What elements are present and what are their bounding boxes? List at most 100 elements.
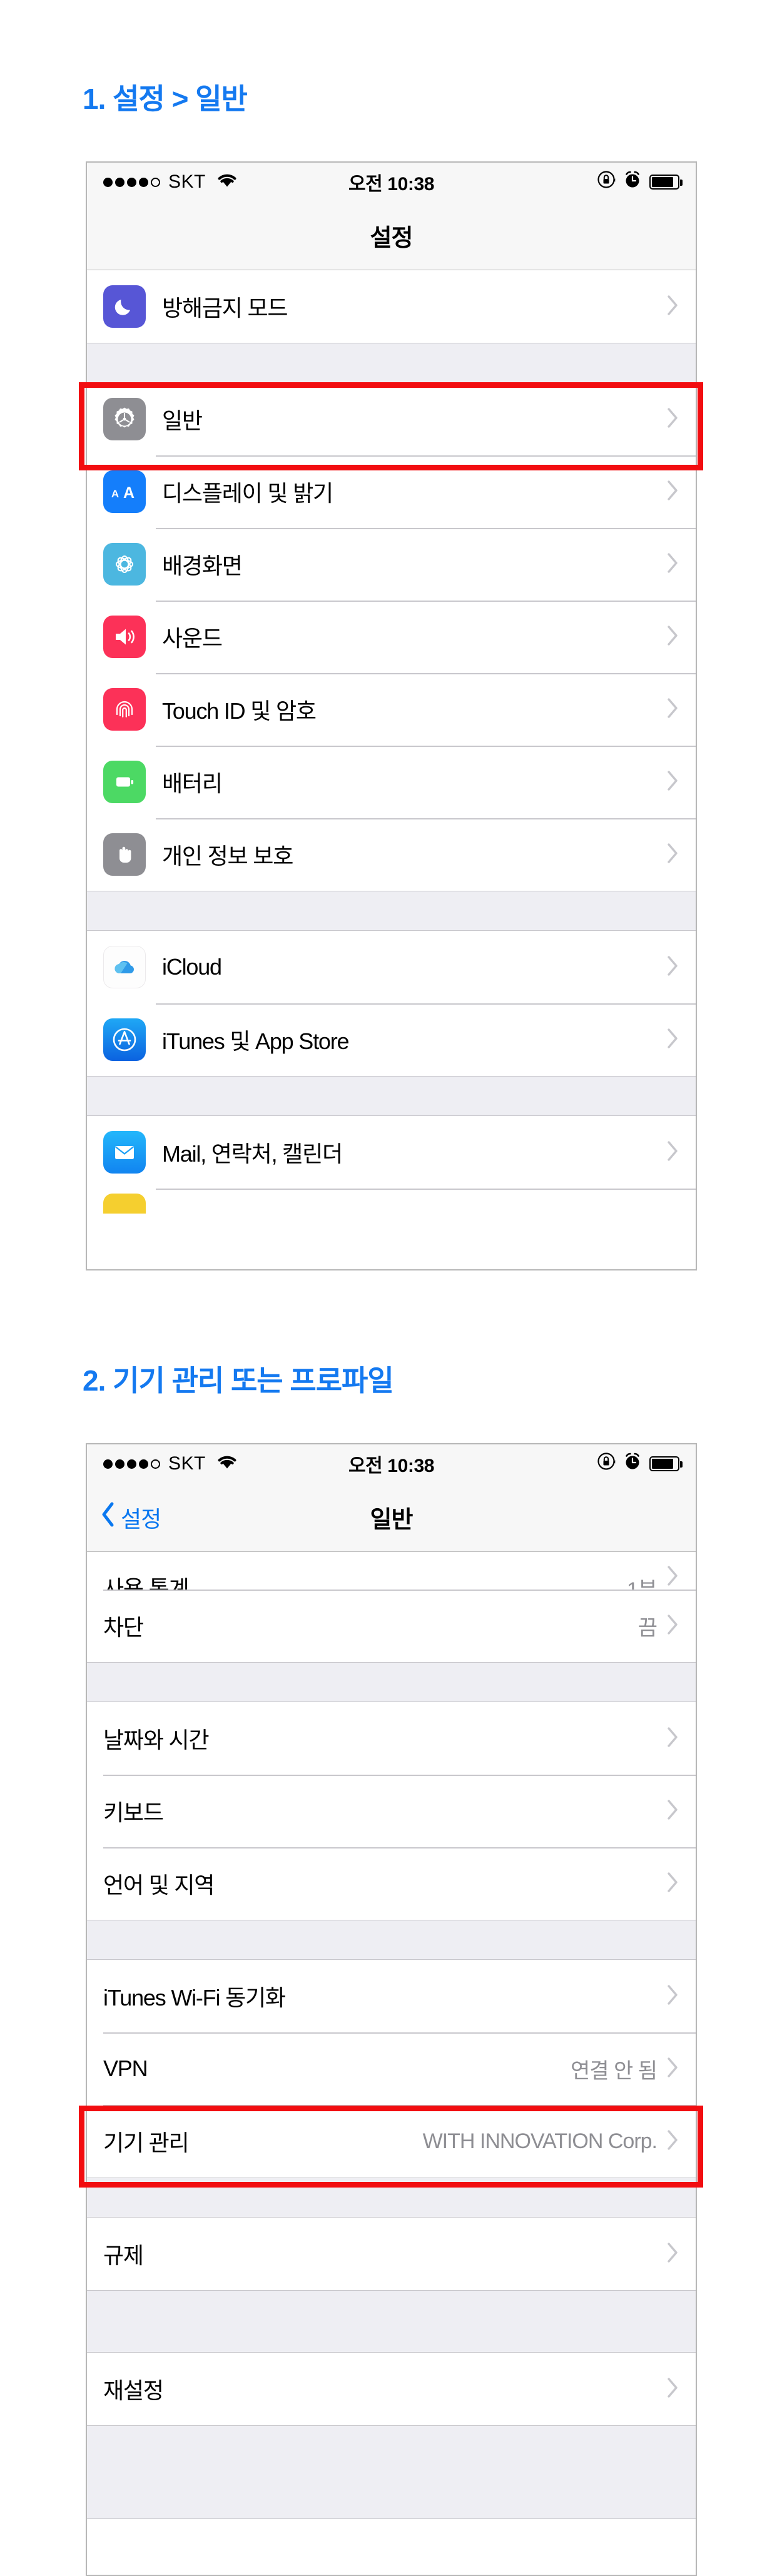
group-separator <box>87 2290 696 2353</box>
group-separator <box>87 1076 696 1116</box>
general-group-3: iTunes Wi-Fi 동기화 VPN 연결 안 됨 기기 관리 WITH I… <box>87 1960 696 2178</box>
list-item-label: 배터리 <box>162 771 223 796</box>
chevron-right-icon <box>667 552 679 577</box>
list-item-itunes-wifi-sync[interactable]: iTunes Wi-Fi 동기화 <box>87 1960 696 2032</box>
list-item-value: WITH INNOVATION Corp. <box>422 2129 658 2153</box>
list-item-itunes-appstore[interactable]: iTunes 및 App Store <box>87 1003 696 1076</box>
page-title: 일반 <box>370 1507 414 1533</box>
group-separator <box>87 1662 696 1702</box>
chevron-right-icon <box>667 1872 679 1896</box>
wifi-icon <box>216 1453 238 1474</box>
list-item-label: Touch ID 및 암호 <box>162 698 317 724</box>
mail-icon <box>103 1131 146 1174</box>
list-item-battery[interactable]: 배터리 <box>87 746 696 818</box>
carrier-label: SKT <box>168 1453 206 1474</box>
status-bar: SKT 오전 10:38 <box>87 1444 696 1483</box>
general-group-5: 재설정 <box>87 2353 696 2425</box>
privacy-hand-icon <box>103 833 146 876</box>
status-bar-right <box>597 1452 683 1476</box>
chevron-right-icon <box>667 697 679 722</box>
settings-group-1: 방해금지 모드 <box>87 270 696 343</box>
section-heading-2: 2. 기기 관리 또는 프로파일 <box>83 1364 394 1397</box>
list-item-wallpaper[interactable]: 배경화면 <box>87 528 696 601</box>
list-item-label: 날짜와 시간 <box>103 1727 210 1753</box>
list-item-privacy[interactable]: 개인 정보 보호 <box>87 818 696 891</box>
signal-strength-icon <box>103 1459 160 1469</box>
list-item-sound[interactable]: 사운드 <box>87 601 696 673</box>
chevron-right-icon <box>667 770 679 794</box>
section-heading-1: 1. 설정 > 일반 <box>83 83 248 115</box>
appstore-icon <box>103 1018 146 1061</box>
general-group-2: 날짜와 시간 키보드 언어 및 지역 <box>87 1702 696 1920</box>
alarm-clock-icon <box>624 1452 641 1476</box>
alarm-clock-icon <box>624 170 641 194</box>
nav-bar-general: 설정 일반 <box>87 1483 696 1552</box>
list-item-keyboard[interactable]: 키보드 <box>87 1775 696 1847</box>
list-item-partial-notes[interactable] <box>87 1189 696 1214</box>
back-button[interactable]: 설정 <box>87 1501 161 1534</box>
list-item-device-management[interactable]: 기기 관리 WITH INNOVATION Corp. <box>87 2105 696 2178</box>
chevron-right-icon <box>667 295 679 319</box>
list-item-label: 언어 및 지역 <box>103 1872 215 1898</box>
list-item-vpn[interactable]: VPN 연결 안 됨 <box>87 2032 696 2105</box>
page-title: 설정 <box>370 225 414 251</box>
chevron-right-icon <box>667 2057 679 2081</box>
battery-icon <box>649 175 683 190</box>
status-bar-right <box>597 170 683 194</box>
list-item-value: 끔 <box>637 1616 658 1640</box>
chevron-right-icon <box>667 480 679 504</box>
list-item-usage[interactable]: 사용 통계 1분 <box>87 1552 696 1602</box>
chevron-right-icon <box>667 1140 679 1165</box>
list-item-display-brightness[interactable]: A A 디스플레이 및 밝기 <box>87 455 696 528</box>
list-item-label: 기기 관리 <box>103 2130 190 2156</box>
chevron-right-icon <box>667 2242 679 2266</box>
group-separator <box>87 343 696 383</box>
list-item-label: 차단 <box>103 1615 144 1640</box>
list-item-label: 방해금지 모드 <box>162 295 288 321</box>
list-item-label: 개인 정보 보호 <box>162 843 293 869</box>
carrier-label: SKT <box>168 171 206 192</box>
list-item-touch-id[interactable]: Touch ID 및 암호 <box>87 673 696 746</box>
chevron-right-icon <box>667 1028 679 1052</box>
fingerprint-icon <box>103 688 146 731</box>
list-item-general[interactable]: 일반 <box>87 383 696 455</box>
list-item-language-region[interactable]: 언어 및 지역 <box>87 1847 696 1920</box>
list-item-reset[interactable]: 재설정 <box>87 2353 696 2425</box>
list-item-label: 재설정 <box>103 2378 164 2403</box>
rotation-lock-icon <box>597 170 616 194</box>
list-item-label: Mail, 연락처, 캘린더 <box>162 1141 343 1167</box>
list-item-mail-contacts-calendars[interactable]: Mail, 연락처, 캘린더 <box>87 1116 696 1189</box>
do-not-disturb-icon <box>103 285 146 328</box>
list-item-label: 배경화면 <box>162 553 243 579</box>
list-item-date-time[interactable]: 날짜와 시간 <box>87 1702 696 1775</box>
signal-strength-icon <box>103 177 160 187</box>
list-item-do-not-disturb[interactable]: 방해금지 모드 <box>87 270 696 343</box>
chevron-right-icon <box>667 1614 679 1638</box>
status-bar: SKT 오전 10:38 <box>87 163 696 201</box>
list-item-label: VPN <box>103 2056 148 2081</box>
chevron-right-icon <box>667 1984 679 2009</box>
settings-group-2: 일반 A A 디스플레이 및 밝기 배경화면 사운드 Touch ID 및 암호… <box>87 383 696 891</box>
battery-icon <box>649 1456 683 1471</box>
chevron-right-icon <box>667 1565 679 1590</box>
rotation-lock-icon <box>597 1452 616 1476</box>
settings-group-3: iCloud iTunes 및 App Store <box>87 931 696 1076</box>
list-item-label: 키보드 <box>103 1800 164 1825</box>
list-item-label: 사운드 <box>162 626 223 651</box>
wallpaper-icon <box>103 543 146 586</box>
general-group-1: 사용 통계 1분 차단 끔 <box>87 1552 696 1662</box>
display-brightness-icon: A A <box>103 470 146 513</box>
list-item-label: iTunes Wi-Fi 동기화 <box>103 1985 286 2011</box>
chevron-left-icon <box>101 1501 116 1533</box>
icloud-icon <box>103 946 146 988</box>
phone-screenshot-settings: SKT 오전 10:38 설정 방해금지 모드 일반 A A 디스플레이 및 밝… <box>86 161 697 1270</box>
list-item-restrictions[interactable]: 규제 <box>87 2218 696 2290</box>
back-button-label: 설정 <box>121 1506 161 1532</box>
chevron-right-icon <box>667 2129 679 2154</box>
group-separator <box>87 891 696 931</box>
list-item-blocked[interactable]: 차단 끔 <box>87 1590 696 1662</box>
list-item-icloud[interactable]: iCloud <box>87 931 696 1003</box>
status-bar-left: SKT <box>103 171 238 193</box>
svg-text:A: A <box>111 488 119 500</box>
chevron-right-icon <box>667 1799 679 1823</box>
